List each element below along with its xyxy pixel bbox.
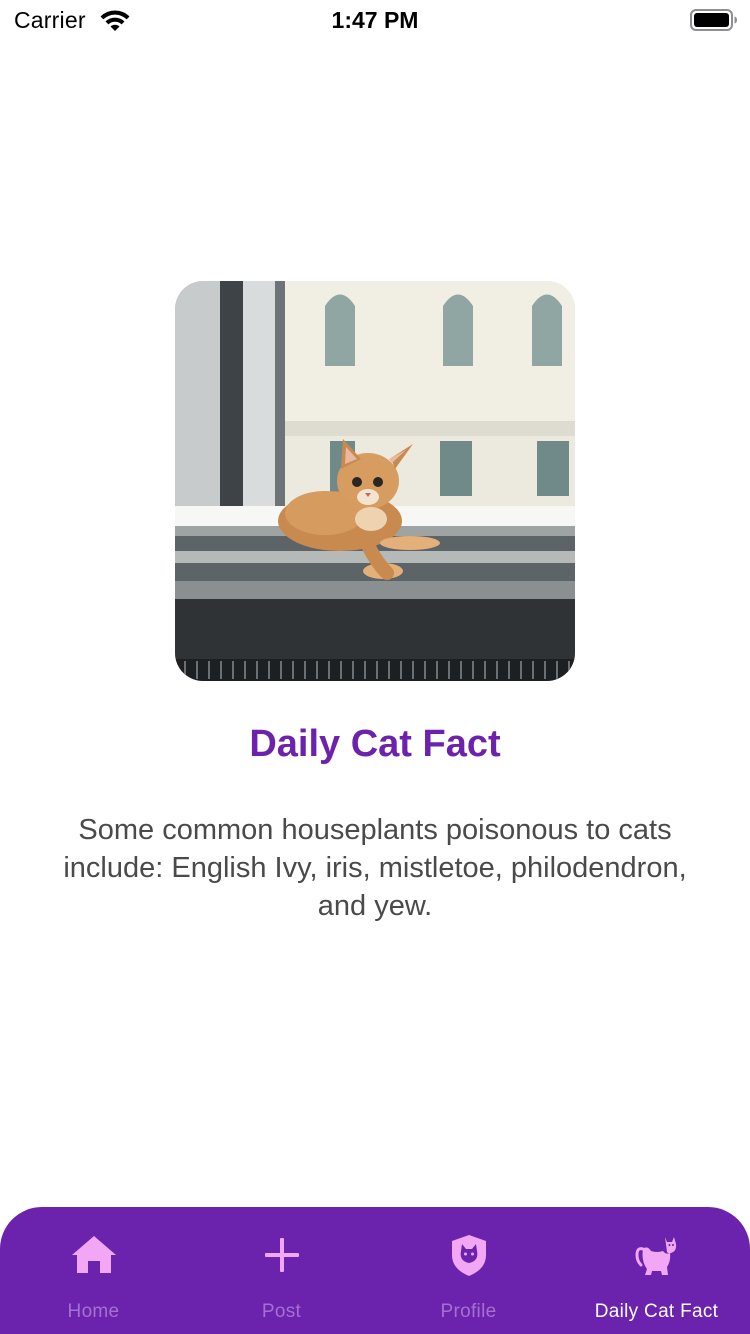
tab-post[interactable]: Post: [188, 1207, 375, 1334]
tab-profile[interactable]: Profile: [375, 1207, 562, 1334]
home-icon: [71, 1236, 116, 1273]
cat-fact-text: Some common houseplants poisonous to cat…: [63, 814, 687, 922]
tab-home[interactable]: Home: [0, 1207, 187, 1334]
tab-bar: Home Post Profile Daily Cat Fact: [0, 1207, 750, 1334]
status-bar: Carrier 1:47 PM: [0, 0, 750, 40]
cat-photo: [175, 281, 575, 681]
cat-shield-icon: [451, 1235, 486, 1276]
tab-daily-cat-fact[interactable]: Daily Cat Fact: [563, 1207, 750, 1334]
tab-daily-cat-fact-label: Daily Cat Fact: [594, 1301, 719, 1322]
tab-profile-label: Profile: [440, 1301, 497, 1322]
cat-photo-illustration: [175, 281, 575, 681]
status-time: 1:47 PM: [331, 7, 419, 33]
cat-icon: [634, 1237, 676, 1275]
tab-post-label: Post: [261, 1301, 302, 1322]
page-title: Daily Cat Fact: [249, 723, 501, 765]
daily-cat-fact-screen: Carrier 1:47 PM Daily Cat Fact Some comm…: [0, 0, 750, 1334]
tab-home-label: Home: [67, 1301, 120, 1322]
battery-icon: [690, 9, 737, 31]
plus-icon: [264, 1238, 299, 1272]
